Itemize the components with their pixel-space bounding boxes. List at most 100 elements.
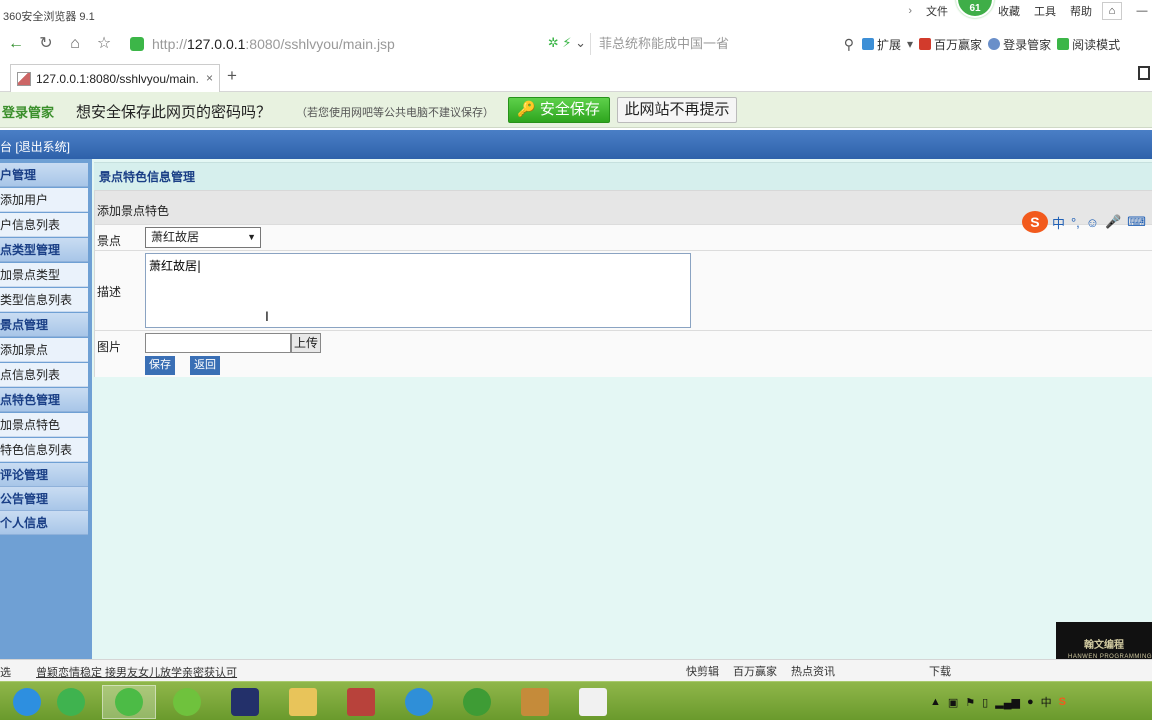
tab-main[interactable]: 127.0.0.1:8080/sshlvyou/main. × [10,64,220,92]
refresh-icon[interactable]: ↻ [36,34,56,54]
form-row-image: 图片 上传 保存 返回 [95,331,1152,377]
browser-titlebar: 360安全浏览器 9.1 › 文件 查看 收藏 工具 帮助 ⌂ — 61 [0,0,1152,30]
status-left: 选 [0,667,11,679]
key-icon: 🔑 [517,101,536,118]
sidebar-group-feature[interactable]: 点特色管理 [0,388,88,412]
taskbar-ie2-icon[interactable] [392,685,446,719]
download-link[interactable]: 下载 [929,663,951,679]
reading-mode-link[interactable]: 阅读模式 [1057,36,1120,53]
millionaire-status-link[interactable]: 百万赢家 [733,663,777,679]
ime-emoji-icon[interactable]: ☺ [1086,215,1099,230]
taskbar-green-paw-icon[interactable] [450,685,504,719]
sidebar-item-add-user[interactable]: 添加用户 [0,188,88,212]
ime-chinese-mode[interactable]: 中 [1052,213,1065,232]
taskbar-java-icon[interactable] [566,685,620,719]
page-favicon-icon [17,71,31,86]
minimize-icon[interactable]: — [1132,2,1152,20]
image-path-input[interactable] [145,333,291,353]
sidebar-item-add-spot[interactable]: 添加景点 [0,338,88,362]
tray-ime-indicator[interactable]: 中 [1041,694,1052,710]
add-feature-form: 添加景点特色 景点 萧红故居 ▼ 描述 萧红故居| 图片 上传 保存 返回 [94,190,1152,377]
app-header: 台 [退出系统] [0,130,1152,159]
sidebar-item-add-spot-type[interactable]: 加景点类型 [0,263,88,287]
menu-favorites[interactable]: 收藏 [998,3,1020,19]
form-row-description: 描述 萧红故居| [95,251,1152,331]
sidebar-item-feature-list[interactable]: 特色信息列表 [0,438,88,462]
tray-sogou-icon[interactable]: S [1059,696,1066,708]
skin-icon[interactable]: ⌂ [1102,2,1122,20]
sidebar-group-user[interactable]: 户管理 [0,163,88,187]
book-icon [1057,38,1070,50]
speed-icon[interactable]: ✲ ⚡ ⌄ [548,35,586,51]
header-links[interactable]: 台 [退出系统] [0,138,70,155]
millionaire-label: 百万赢家 [934,37,983,52]
tray-battery-icon[interactable]: ▯ [982,696,988,709]
tray-signal-icon[interactable]: ▂▄▆ [995,696,1020,709]
never-prompt-button[interactable]: 此网站不再提示 [617,97,737,123]
save-button[interactable]: 保存 [145,356,175,375]
login-manager-link[interactable]: 登录管家 [988,36,1051,53]
taskbar-folder-icon[interactable] [276,685,330,719]
menu-help[interactable]: 帮助 [1070,3,1092,19]
key-icon [988,38,1001,50]
extensions-label: 扩展 [877,37,902,52]
sidebar-item-spot-list[interactable]: 点信息列表 [0,363,88,387]
taskbar-wechat-icon[interactable] [44,685,98,719]
spot-select-value: 萧红故居 [151,230,200,244]
menu-tools[interactable]: 工具 [1034,3,1056,19]
sidebar-group-spot-type[interactable]: 点类型管理 [0,238,88,262]
millionaire-link[interactable]: 百万赢家 [919,36,982,53]
menu-file[interactable]: 文件 [926,3,948,19]
security-shield-icon [130,37,144,51]
millionaire-icon [919,38,932,50]
taskbar: ▲ ▣ ⚑ ▯ ▂▄▆ ● 中 S [0,681,1152,720]
address-bar-row: ← ↻ ⌂ ☆ http://127.0.0.1:8080/sshlvyou/m… [0,30,1152,58]
tray-flag-icon[interactable]: ⚑ [965,696,975,709]
sidebar-toggle-icon[interactable] [1138,66,1150,80]
url-input[interactable]: http://127.0.0.1:8080/sshlvyou/main.jsp … [120,33,588,55]
home-icon[interactable]: ⌂ [65,34,85,54]
password-prompt-bar: 登录管家 想安全保存此网页的密码吗？ （若您使用网吧等公共电脑不建议保存） 🔑 … [0,92,1152,128]
search-icon[interactable]: ⚲ [844,33,854,55]
tray-network-icon[interactable]: ▣ [948,696,958,709]
star-icon[interactable]: ☆ [94,34,114,54]
secure-save-button[interactable]: 🔑 安全保存 [508,97,610,123]
sidebar-item-spot-type-list[interactable]: 类型信息列表 [0,288,88,312]
taskbar-green-app-icon[interactable] [160,685,214,719]
news-ticker-link[interactable]: 曾颖恋情稳定 接男友女儿放学亲密获认可 [36,664,237,680]
sidebar-group-notice[interactable]: 公告管理 [0,487,88,511]
description-label: 描述 [97,285,122,299]
taskbar-notebook-icon[interactable] [334,685,388,719]
sidebar-group-spot[interactable]: 景点管理 [0,313,88,337]
taskbar-book-icon[interactable] [508,685,562,719]
sidebar-item-user-list[interactable]: 户信息列表 [0,213,88,237]
description-textarea[interactable]: 萧红故居| [145,253,691,328]
url-prefix: http:// [152,36,188,52]
new-tab-button[interactable]: + [224,67,240,84]
hot-news-link[interactable]: 热点资讯 [791,663,835,679]
extensions-button[interactable]: 扩展 ▾ [862,36,913,53]
ime-punctuation[interactable]: °, [1071,215,1080,230]
ime-keyboard-icon[interactable]: ⌨ [1127,214,1146,230]
back-button[interactable]: 返回 [190,356,220,375]
search-input[interactable]: 菲总统称能成中国一省 ⚲ [590,33,858,55]
ime-voice-icon[interactable]: 🎤 [1105,214,1121,230]
tray-qq-icon[interactable]: ● [1027,696,1034,708]
taskbar-360-browser-icon[interactable] [102,685,156,719]
spot-select[interactable]: 萧红故居 ▼ [145,227,261,248]
quick-clip-link[interactable]: 快剪辑 [686,663,719,679]
image-label: 图片 [97,340,122,354]
sidebar-group-comment[interactable]: 评论管理 [0,463,88,487]
chevron-right-icon[interactable]: › [908,5,912,17]
chevron-down-icon: ▾ [907,37,914,51]
back-arrow-icon[interactable]: ← [6,34,26,54]
tray-arrow-icon[interactable]: ▲ [930,696,941,708]
sidebar-group-profile[interactable]: 个人信息 [0,511,88,535]
login-manager-brand: 登录管家 [2,105,55,120]
sidebar-item-add-feature[interactable]: 加景点特色 [0,413,88,437]
dropdown-arrow-icon: ▼ [247,232,256,242]
ime-toolbar[interactable]: S 中 °, ☺ 🎤 ⌨ [1022,208,1152,236]
upload-button[interactable]: 上传 [291,333,321,353]
taskbar-eclipse-icon[interactable] [218,685,272,719]
close-icon[interactable]: × [206,71,213,85]
